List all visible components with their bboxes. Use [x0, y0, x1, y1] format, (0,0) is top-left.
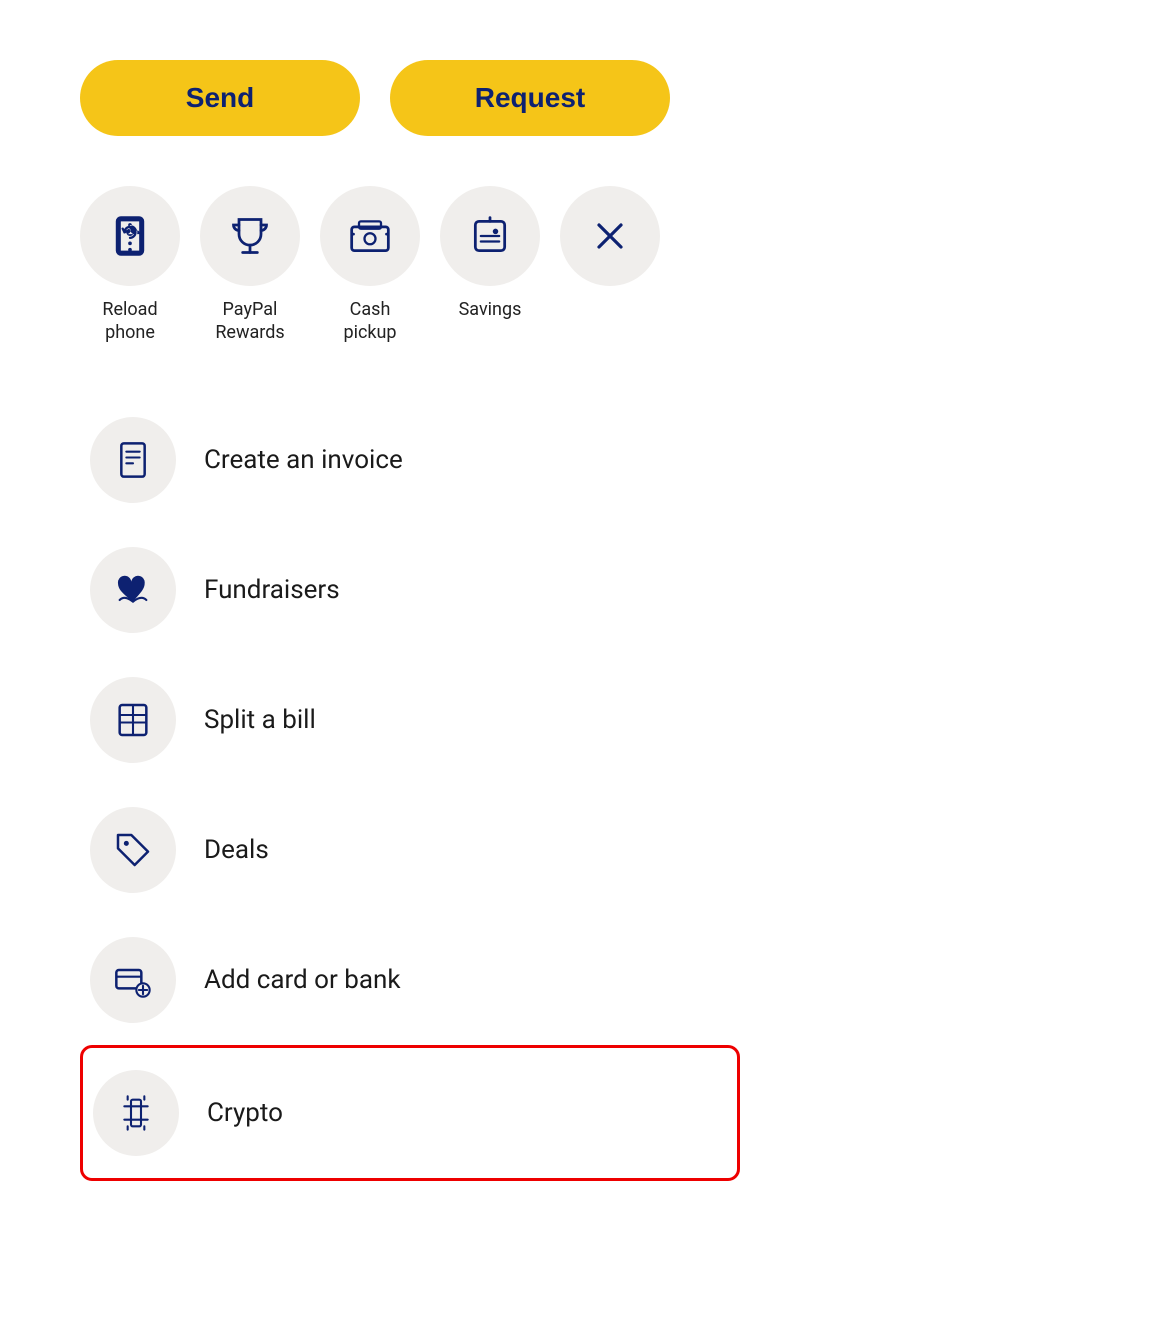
icon-item-cash-pickup[interactable]: Cashpickup	[320, 186, 420, 345]
cash-pickup-label: Cashpickup	[343, 298, 396, 345]
fundraisers-icon	[113, 570, 153, 610]
deals-label: Deals	[204, 835, 269, 865]
split-bill-icon-circle	[90, 677, 176, 763]
close-icon-circle	[560, 186, 660, 286]
list-item-deals[interactable]: Deals	[80, 785, 740, 915]
reload-phone-icon-circle	[80, 186, 180, 286]
crypto-icon-circle	[93, 1070, 179, 1156]
crypto-label: Crypto	[207, 1098, 283, 1128]
create-invoice-label: Create an invoice	[204, 445, 403, 475]
list-items-container: Create an invoice Fundraisers	[80, 395, 740, 1181]
deals-icon-circle	[90, 807, 176, 893]
main-container: Send Request Reloadphone	[60, 60, 760, 1181]
deals-icon	[113, 830, 153, 870]
split-bill-icon	[113, 700, 153, 740]
icon-item-savings[interactable]: Savings	[440, 186, 540, 321]
paypal-rewards-icon-circle	[200, 186, 300, 286]
phone-reload-icon	[108, 214, 152, 258]
list-item-add-card-bank[interactable]: Add card or bank	[80, 915, 740, 1045]
fundraisers-label: Fundraisers	[204, 575, 340, 605]
cash-pickup-icon	[348, 214, 392, 258]
list-item-create-invoice[interactable]: Create an invoice	[80, 395, 740, 525]
icon-item-close[interactable]	[560, 186, 660, 286]
cash-pickup-icon-circle	[320, 186, 420, 286]
add-card-icon	[113, 960, 153, 1000]
savings-icon-circle	[440, 186, 540, 286]
list-item-split-bill[interactable]: Split a bill	[80, 655, 740, 785]
list-item-fundraisers[interactable]: Fundraisers	[80, 525, 740, 655]
crypto-icon	[116, 1093, 156, 1133]
fundraisers-icon-circle	[90, 547, 176, 633]
paypal-rewards-label: PayPalRewards	[215, 298, 284, 345]
invoice-icon	[113, 440, 153, 480]
top-buttons-row: Send Request	[80, 60, 740, 136]
add-card-bank-icon-circle	[90, 937, 176, 1023]
savings-icon	[468, 214, 512, 258]
savings-label: Savings	[459, 298, 522, 321]
icon-grid: Reloadphone PayPalRewards	[80, 186, 740, 345]
add-card-bank-label: Add card or bank	[204, 965, 401, 995]
reload-phone-label: Reloadphone	[102, 298, 157, 345]
split-bill-label: Split a bill	[204, 705, 316, 735]
close-icon	[588, 214, 632, 258]
send-button[interactable]: Send	[80, 60, 360, 136]
request-button[interactable]: Request	[390, 60, 670, 136]
icon-item-reload-phone[interactable]: Reloadphone	[80, 186, 180, 345]
icon-item-paypal-rewards[interactable]: PayPalRewards	[200, 186, 300, 345]
list-item-crypto[interactable]: Crypto	[80, 1045, 740, 1181]
trophy-icon	[228, 214, 272, 258]
create-invoice-icon-circle	[90, 417, 176, 503]
